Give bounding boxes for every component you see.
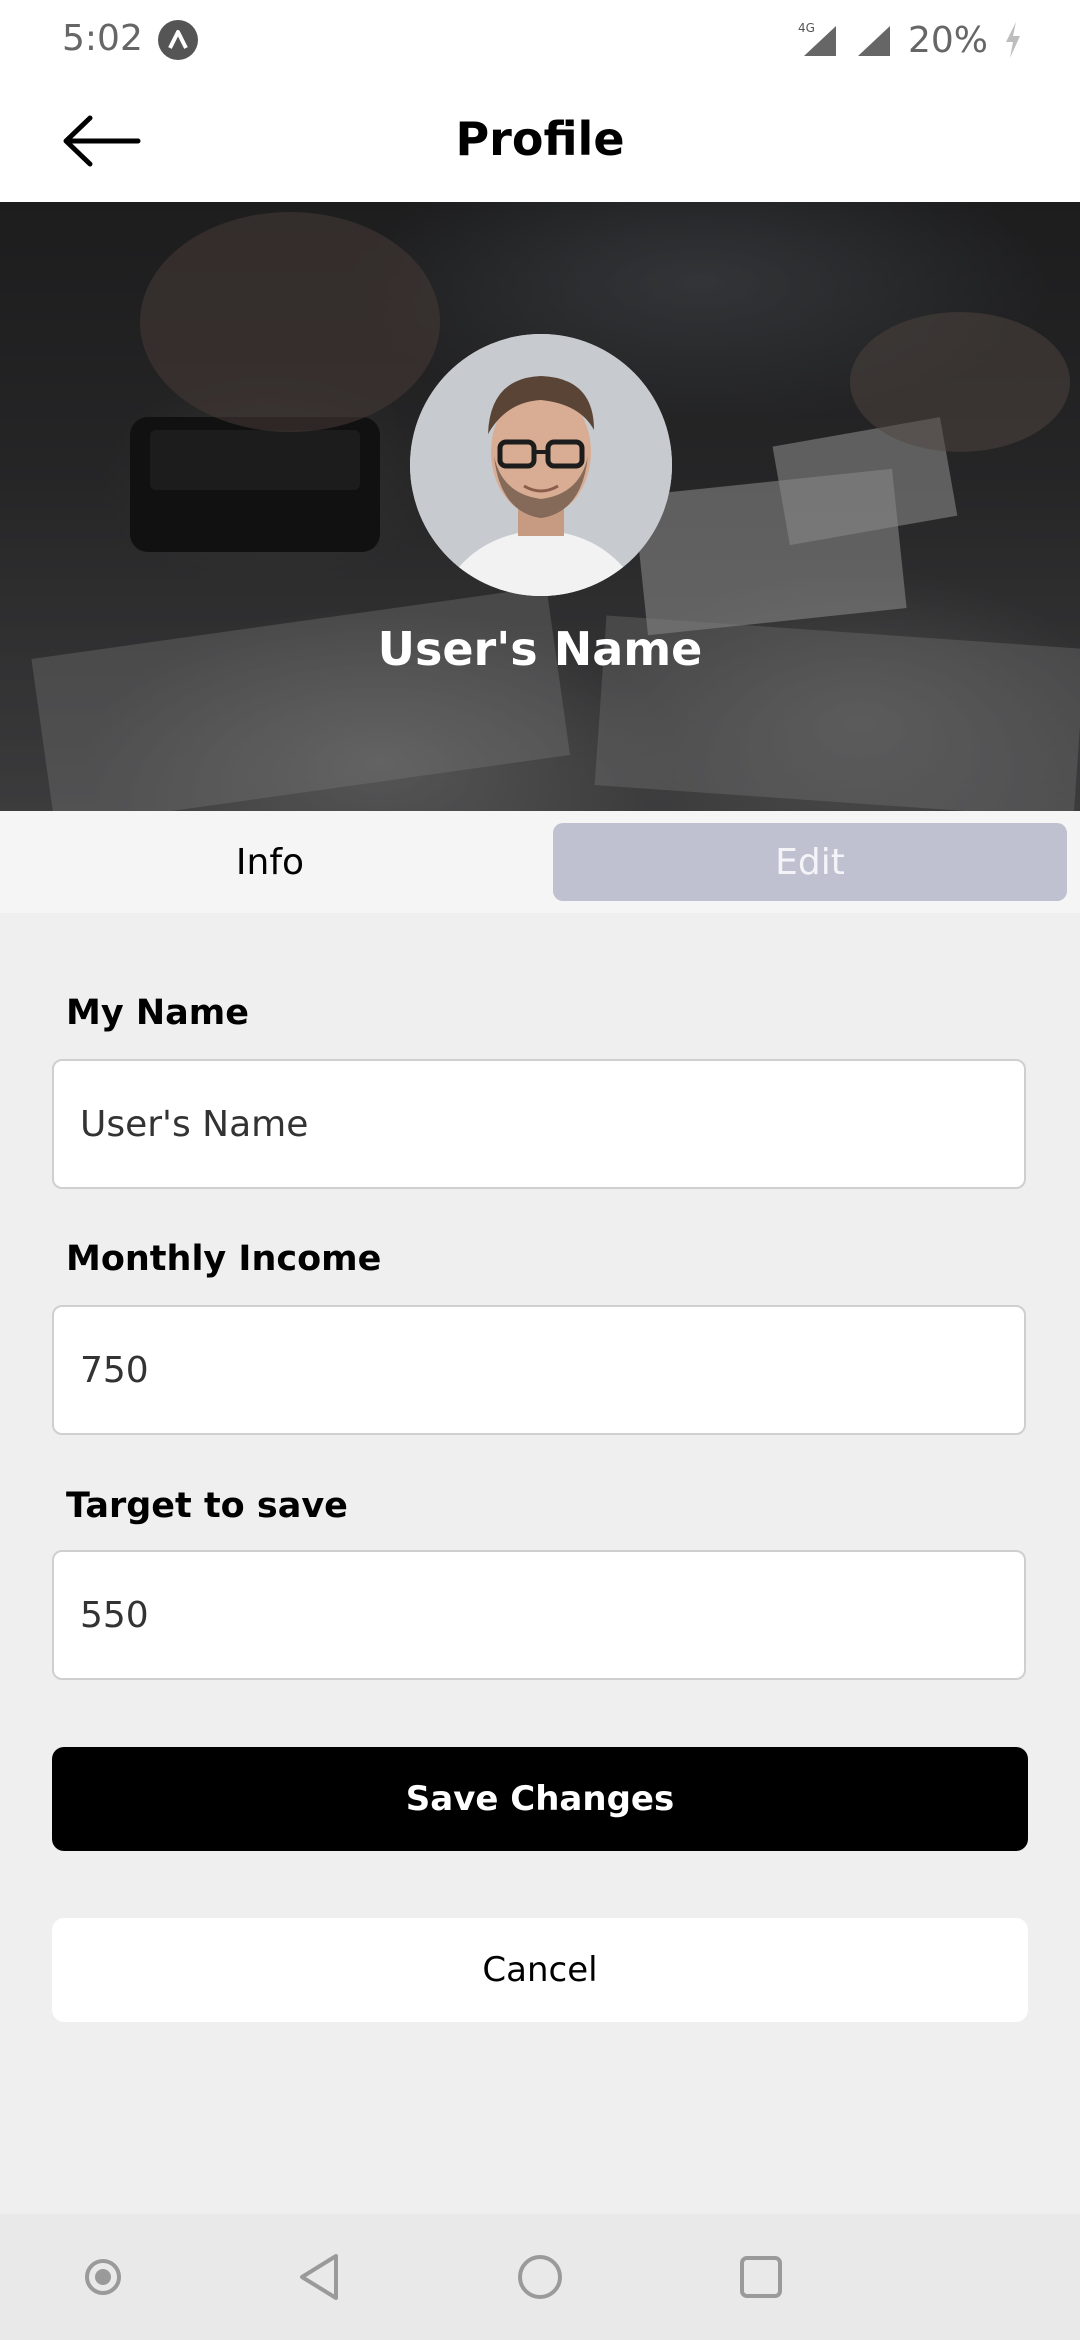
user-photo (410, 334, 672, 596)
monthly-income-field[interactable] (52, 1305, 1026, 1435)
monthly-income-label: Monthly Income (66, 1239, 382, 1279)
name-label: My Name (66, 993, 249, 1033)
tab-edit[interactable]: Edit (553, 823, 1067, 901)
dot-icon (85, 2259, 121, 2295)
square-recents-icon (740, 2256, 782, 2298)
tab-info[interactable]: Info (0, 823, 540, 901)
cancel-button[interactable]: Cancel (52, 1918, 1028, 2022)
app-bar: Profile (0, 80, 1080, 202)
battery-percentage: 20% (907, 19, 988, 61)
profile-tabs: Info Edit (0, 811, 1080, 913)
target-to-save-field[interactable] (52, 1550, 1026, 1680)
page-title: Profile (455, 112, 625, 166)
save-changes-button[interactable]: Save Changes (52, 1747, 1028, 1851)
wifi-signal-icon (857, 26, 890, 56)
name-field[interactable] (52, 1059, 1026, 1189)
nav-home-button[interactable] (507, 2244, 573, 2310)
assistant-button[interactable] (70, 2244, 136, 2310)
app-notification-icon (158, 20, 198, 60)
profile-user-name: User's Name (377, 622, 703, 676)
target-to-save-label: Target to save (66, 1486, 348, 1526)
system-navigation-bar (0, 2214, 1080, 2340)
avatar[interactable] (410, 334, 672, 596)
status-time: 5:02 (62, 18, 143, 59)
nav-back-button[interactable] (288, 2244, 354, 2310)
profile-header-background: User's Name (0, 202, 1080, 811)
network-type-label: 4G (798, 21, 815, 35)
circle-home-icon (518, 2255, 562, 2299)
charging-icon (1006, 22, 1020, 58)
mobile-signal-icon: 4G (798, 21, 836, 56)
status-bar: 5:02 4G 20% (0, 0, 1080, 80)
triangle-back-icon (300, 2254, 338, 2300)
nav-recents-button[interactable] (728, 2244, 794, 2310)
status-icons: 4G 20% (788, 16, 1024, 64)
